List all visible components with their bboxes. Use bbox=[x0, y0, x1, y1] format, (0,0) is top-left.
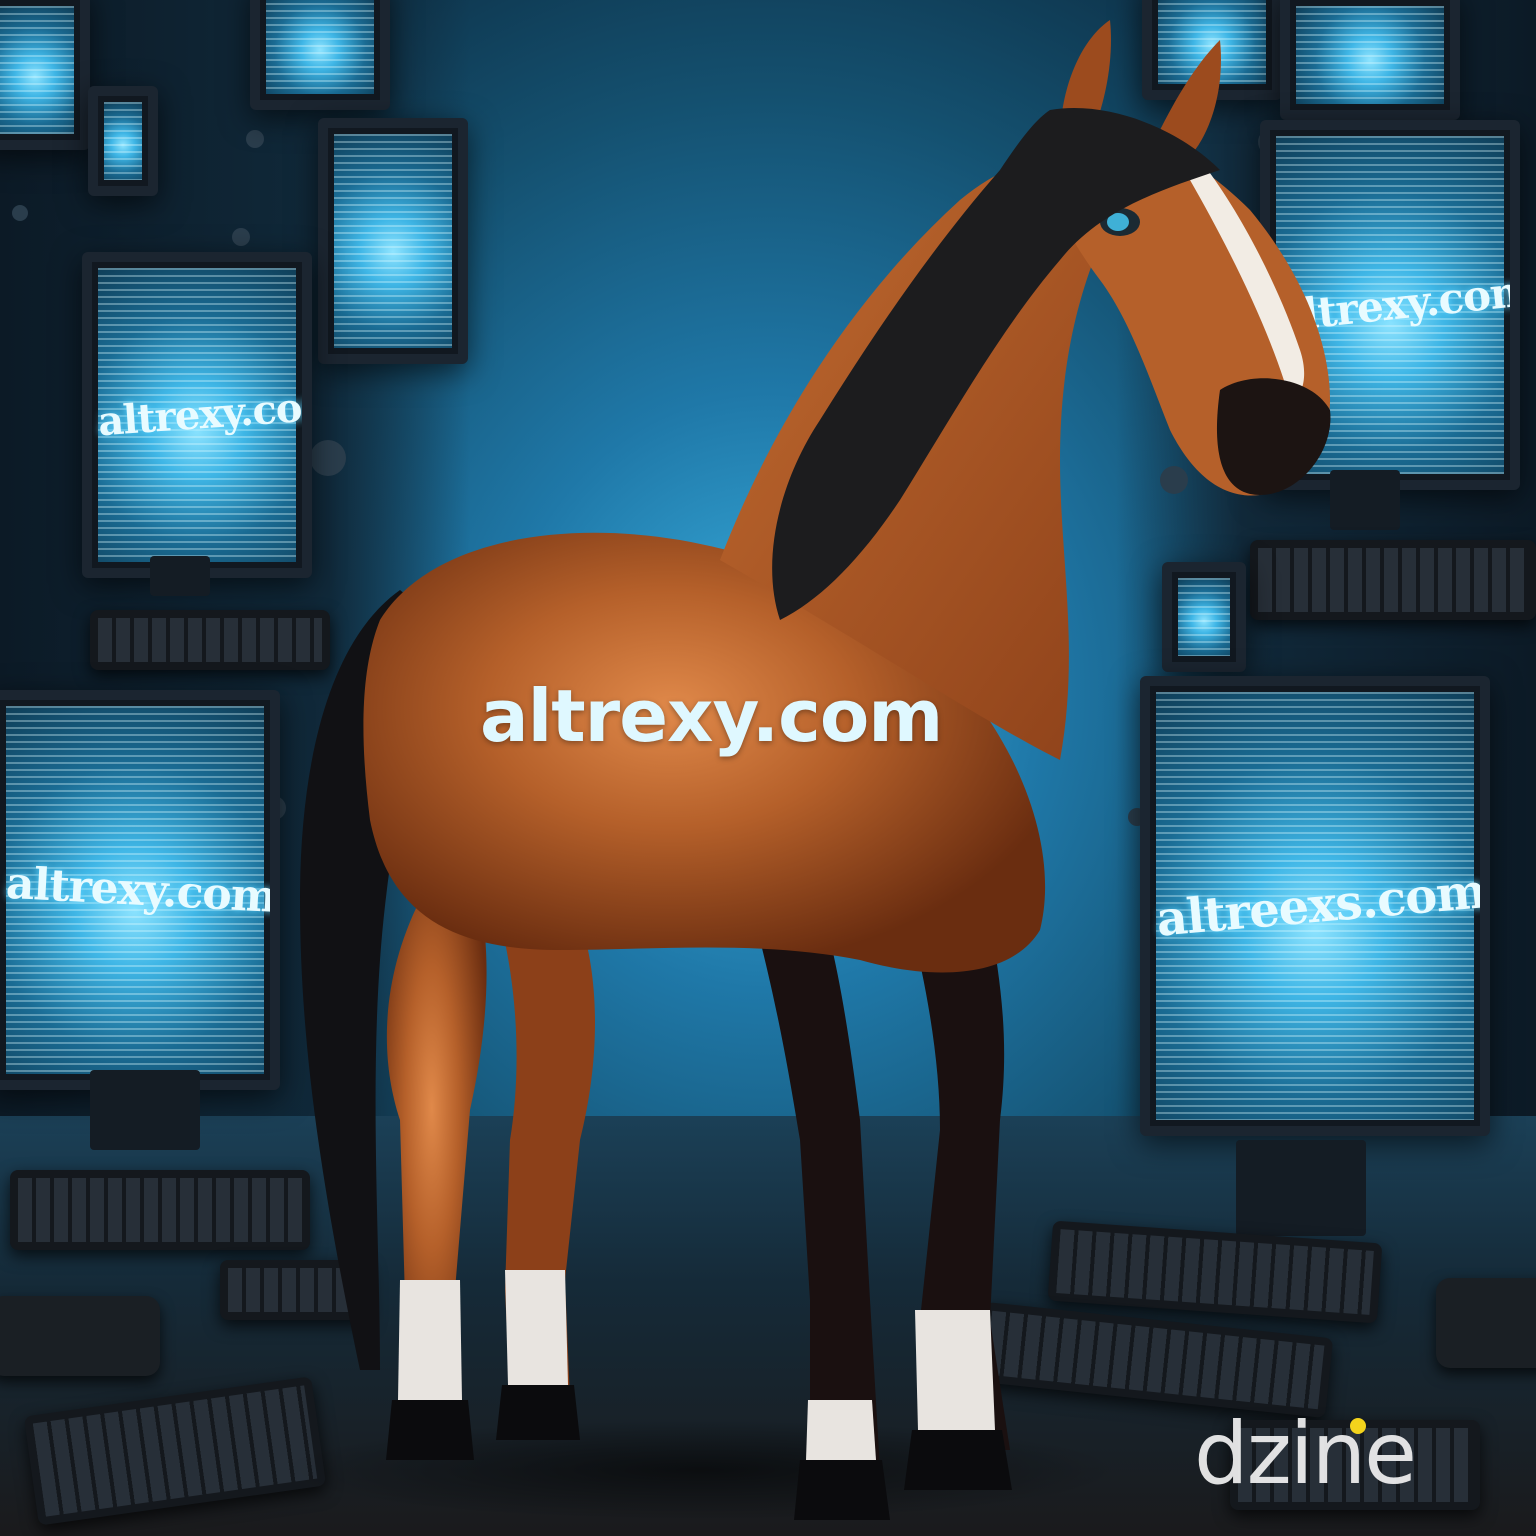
watermark-dot bbox=[1350, 1418, 1366, 1434]
horse-sock bbox=[398, 1280, 462, 1400]
horse-illustration bbox=[280, 20, 1331, 1520]
horse-front-leg bbox=[760, 940, 880, 1470]
horse-hoof bbox=[904, 1430, 1012, 1490]
scene: altrexy.com altrexy.com altrexy.com altr… bbox=[0, 0, 1536, 1536]
horse-sock bbox=[806, 1400, 876, 1460]
watermark-logo: dzine bbox=[1194, 1404, 1494, 1504]
horse-hoof bbox=[496, 1385, 580, 1440]
horse-hoof bbox=[386, 1400, 474, 1460]
headline-text: altrexy.com bbox=[480, 674, 943, 758]
horse-sock bbox=[505, 1270, 568, 1385]
horse-muzzle bbox=[1216, 378, 1331, 495]
watermark-text: dzine bbox=[1194, 1404, 1417, 1504]
horse-sock bbox=[915, 1310, 995, 1430]
horse-hoof bbox=[794, 1460, 890, 1520]
